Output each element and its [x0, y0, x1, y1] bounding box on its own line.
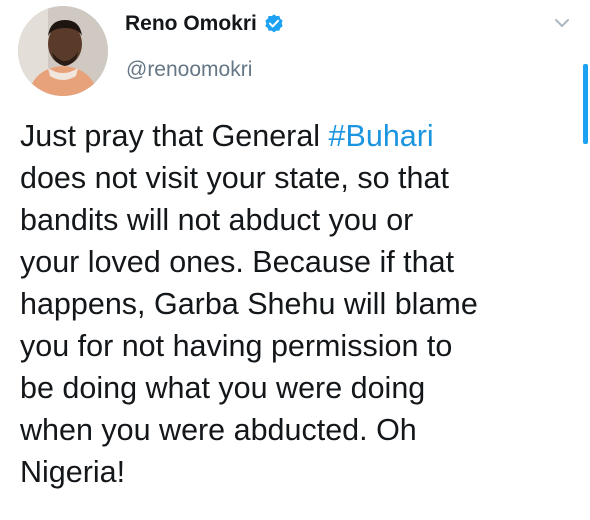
scrollbar[interactable] — [583, 64, 588, 144]
tweet-text: Just pray that General #Buhari does not … — [20, 115, 575, 493]
tweet-line: bandits will not abduct you or — [20, 203, 414, 237]
tweet-card: Reno Omokri @renoomokri Just pray that G… — [0, 0, 590, 520]
author-display-name[interactable]: Reno Omokri — [125, 12, 257, 36]
tweet-line: does not visit your state, so that — [20, 161, 449, 195]
author-name-row: Reno Omokri — [125, 12, 285, 36]
tweet-line: Just pray that General #Buhari — [20, 115, 575, 157]
chevron-down-icon[interactable] — [553, 14, 571, 32]
verified-badge-icon — [263, 13, 285, 35]
tweet-line: happens, Garba Shehu will blame — [20, 287, 478, 321]
avatar[interactable] — [18, 6, 108, 96]
tweet-line: be doing what you were doing — [20, 371, 426, 405]
tweet-line: when you were abducted. Oh — [20, 413, 417, 447]
hashtag-link[interactable]: #Buhari — [329, 119, 434, 153]
author-handle[interactable]: @renoomokri — [126, 58, 252, 82]
tweet-line: your loved ones. Because if that — [20, 245, 455, 279]
tweet-line-text: Just pray that General — [20, 119, 329, 153]
tweet-line: Nigeria! — [20, 455, 126, 489]
tweet-line: you for not having permission to — [20, 329, 453, 363]
